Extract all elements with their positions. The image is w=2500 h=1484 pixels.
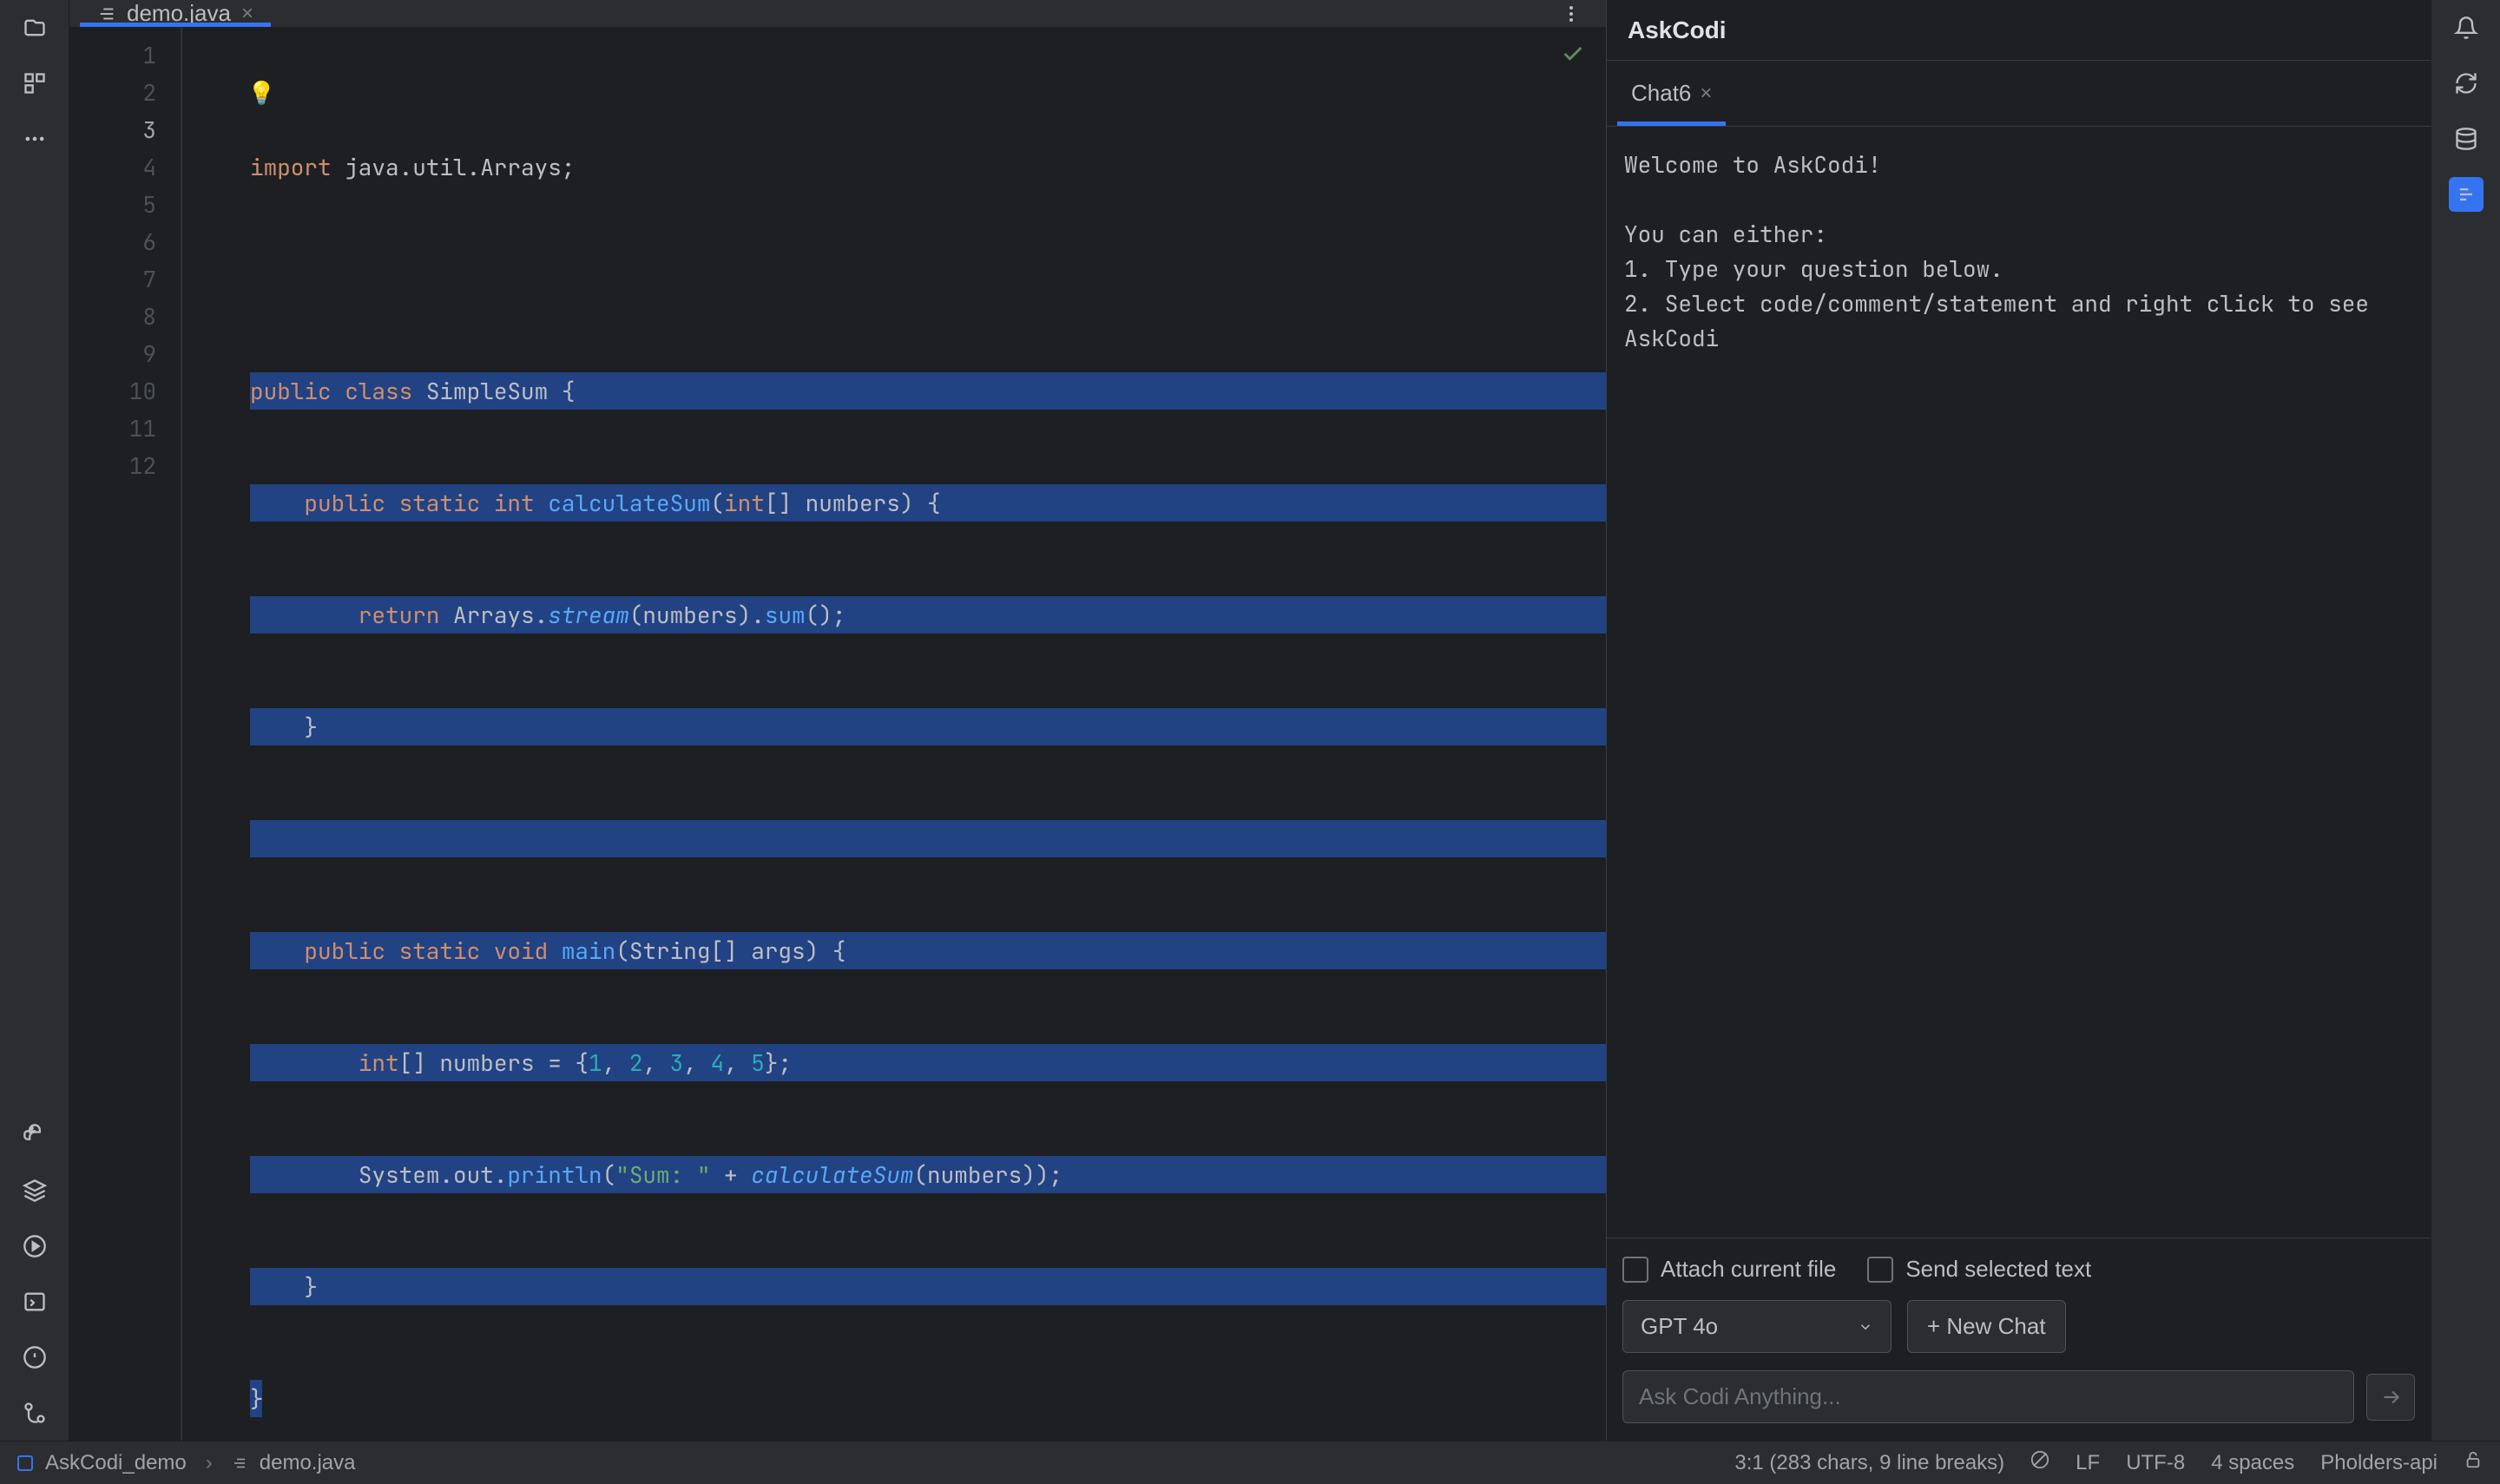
right-sidebar bbox=[2431, 0, 2500, 1441]
chat-footer: Attach current file Send selected text G… bbox=[1607, 1238, 2431, 1441]
tab-close-icon[interactable]: × bbox=[241, 2, 253, 26]
project-badge-icon bbox=[17, 1455, 33, 1471]
notifications-icon[interactable] bbox=[2449, 10, 2484, 45]
java-file-icon bbox=[97, 4, 116, 23]
more-vertical-icon[interactable] bbox=[1561, 3, 1582, 24]
editor-area: demo.java × 1 2 3 4 5 6 7 8 9 10 bbox=[69, 0, 1606, 1441]
indent[interactable]: 4 spaces bbox=[2211, 1451, 2294, 1475]
chat-input[interactable] bbox=[1622, 1370, 2354, 1423]
java-file-icon bbox=[232, 1455, 247, 1471]
chevron-right-icon: › bbox=[206, 1451, 213, 1475]
folder-icon[interactable] bbox=[17, 10, 52, 45]
git-icon[interactable] bbox=[17, 1395, 52, 1430]
left-sidebar bbox=[0, 0, 69, 1441]
breadcrumb-project[interactable]: AskCodi_demo bbox=[45, 1451, 187, 1475]
check-icon[interactable] bbox=[1561, 42, 1585, 66]
lock-icon[interactable] bbox=[2464, 1450, 2483, 1475]
breadcrumb-file[interactable]: demo.java bbox=[260, 1451, 356, 1475]
structure-icon[interactable] bbox=[17, 66, 52, 101]
checkbox-icon bbox=[1622, 1257, 1648, 1283]
send-selected-checkbox[interactable]: Send selected text bbox=[1867, 1256, 2091, 1283]
run-icon[interactable] bbox=[17, 1229, 52, 1264]
terminal-icon[interactable] bbox=[17, 1284, 52, 1319]
checkbox-icon bbox=[1867, 1257, 1893, 1283]
editor-tab-demo[interactable]: demo.java × bbox=[80, 0, 271, 27]
chevron-down-icon bbox=[1858, 1319, 1873, 1335]
askcodi-tabs: Chat6 × bbox=[1607, 61, 2431, 127]
gutter: 1 2 3 4 5 6 7 8 9 10 11 12 bbox=[69, 28, 182, 1441]
database-icon[interactable] bbox=[2449, 121, 2484, 156]
askcodi-panel: AskCodi Chat6 × Welcome to AskCodi! You … bbox=[1606, 0, 2431, 1441]
problems-icon[interactable] bbox=[17, 1340, 52, 1375]
code-content[interactable]: import java.util.Arrays; public class Si… bbox=[182, 28, 1606, 1441]
lightbulb-icon[interactable]: 💡 bbox=[247, 74, 275, 111]
askcodi-tool-icon[interactable] bbox=[2449, 177, 2484, 212]
attach-file-checkbox[interactable]: Attach current file bbox=[1622, 1256, 1836, 1283]
more-icon[interactable] bbox=[17, 121, 52, 156]
line-ending[interactable]: LF bbox=[2076, 1451, 2100, 1475]
tab-label: demo.java bbox=[127, 0, 231, 27]
chat-tab-close-icon[interactable]: × bbox=[1700, 82, 1712, 106]
send-icon bbox=[2379, 1386, 2402, 1408]
layers-icon[interactable] bbox=[17, 1173, 52, 1208]
chat-content: Welcome to AskCodi! You can either: 1. T… bbox=[1607, 127, 2431, 1238]
askcodi-header: AskCodi bbox=[1607, 0, 2431, 61]
cursor-position[interactable]: 3:1 (283 chars, 9 line breaks) bbox=[1734, 1451, 2004, 1475]
askcodi-title: AskCodi bbox=[1628, 16, 1727, 44]
send-button[interactable] bbox=[2366, 1374, 2415, 1421]
sync-icon[interactable] bbox=[2449, 66, 2484, 101]
python-icon[interactable] bbox=[17, 1118, 52, 1152]
status-bar: AskCodi_demo › demo.java 3:1 (283 chars,… bbox=[0, 1441, 2500, 1484]
editor-tabs: demo.java × bbox=[69, 0, 1606, 28]
encoding[interactable]: UTF-8 bbox=[2126, 1451, 2185, 1475]
api-status[interactable]: Pholders-api bbox=[2320, 1451, 2438, 1475]
model-select[interactable]: GPT 4o bbox=[1622, 1300, 1891, 1353]
code-editor[interactable]: 1 2 3 4 5 6 7 8 9 10 11 12 💡 import java… bbox=[69, 28, 1606, 1441]
new-chat-button[interactable]: + New Chat bbox=[1907, 1300, 2066, 1353]
chat-tab[interactable]: Chat6 × bbox=[1617, 61, 1726, 126]
readonly-icon[interactable] bbox=[2030, 1450, 2049, 1475]
